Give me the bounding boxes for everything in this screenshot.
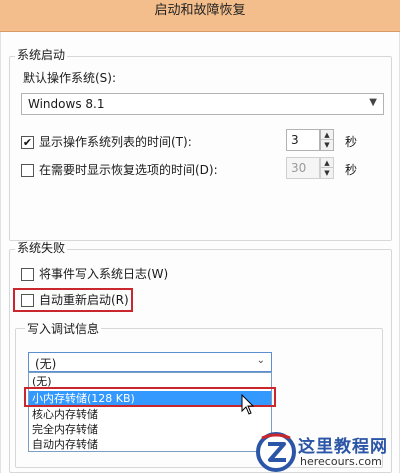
spin-down-icon[interactable]: ▼ [321, 140, 333, 150]
spin-up-icon[interactable]: ▲ [321, 130, 333, 140]
show-list-seconds-input[interactable]: 3 [286, 129, 320, 151]
dropdown-option-kernel-dump[interactable]: 核心内存转储 [29, 407, 271, 422]
debug-info-select[interactable]: (无) ⌄ [28, 352, 272, 372]
logo-emblem-icon [256, 432, 296, 472]
watermark-logo: 这里教程网 herecours.com [250, 430, 400, 473]
show-list-unit: 秒 [345, 135, 358, 149]
show-list-checkbox[interactable]: ✔ [21, 136, 34, 149]
dialog-body: 系统启动 默认操作系统(S): Windows 8.1 ▼ ✔ 显示操作系统列表… [0, 32, 400, 473]
show-recovery-checkbox[interactable] [21, 164, 34, 177]
default-os-value: Windows 8.1 [28, 97, 105, 111]
show-list-label: 显示操作系统列表的时间(T): [39, 135, 192, 149]
show-recovery-unit: 秒 [345, 163, 358, 177]
chevron-down-icon: ⌄ [256, 355, 265, 366]
show-recovery-label: 在需要时显示恢复选项的时间(D): [39, 163, 218, 177]
debug-info-legend: 写入调试信息 [25, 322, 102, 336]
show-recovery-seconds-input[interactable]: 30 [286, 157, 320, 179]
spin-down-icon[interactable]: ▼ [321, 168, 333, 178]
mouse-cursor-icon [241, 394, 255, 415]
system-startup-legend: 系统启动 [15, 48, 68, 62]
watermark-url: herecours.com [300, 455, 382, 468]
write-event-log-checkbox[interactable] [21, 268, 34, 281]
watermark-name: 这里教程网 [298, 437, 388, 457]
system-failure-legend: 系统失败 [15, 241, 68, 255]
write-event-log-label: 将事件写入系统日志(W) [39, 267, 169, 281]
dropdown-option-automatic-dump[interactable]: 自动内存转储 [29, 437, 271, 452]
auto-restart-label: 自动重新启动(R) [39, 293, 129, 307]
titlebar: 启动和故障恢复 [0, 0, 400, 32]
default-os-select[interactable]: Windows 8.1 ▼ [21, 93, 384, 115]
window-title: 启动和故障恢复 [154, 3, 246, 18]
default-os-label: 默认操作系统(S): [23, 71, 117, 85]
dropdown-option-complete-dump[interactable]: 完全内存转储 [29, 422, 271, 437]
small-dump-highlight [24, 387, 276, 407]
spin-up-icon[interactable]: ▲ [321, 158, 333, 168]
debug-info-dropdown: (无) 小内存转储(128 KB) 核心内存转储 完全内存转储 自动内存转储 [28, 372, 272, 452]
chevron-down-icon: ▼ [369, 97, 377, 108]
show-recovery-spinner[interactable]: ▲ ▼ [320, 157, 334, 179]
show-list-seconds-value: 3 [291, 133, 299, 147]
auto-restart-checkbox[interactable] [21, 294, 34, 307]
show-list-spinner[interactable]: ▲ ▼ [320, 129, 334, 151]
show-recovery-seconds-value: 30 [291, 161, 307, 175]
debug-info-selected-value: (无) [35, 357, 57, 371]
